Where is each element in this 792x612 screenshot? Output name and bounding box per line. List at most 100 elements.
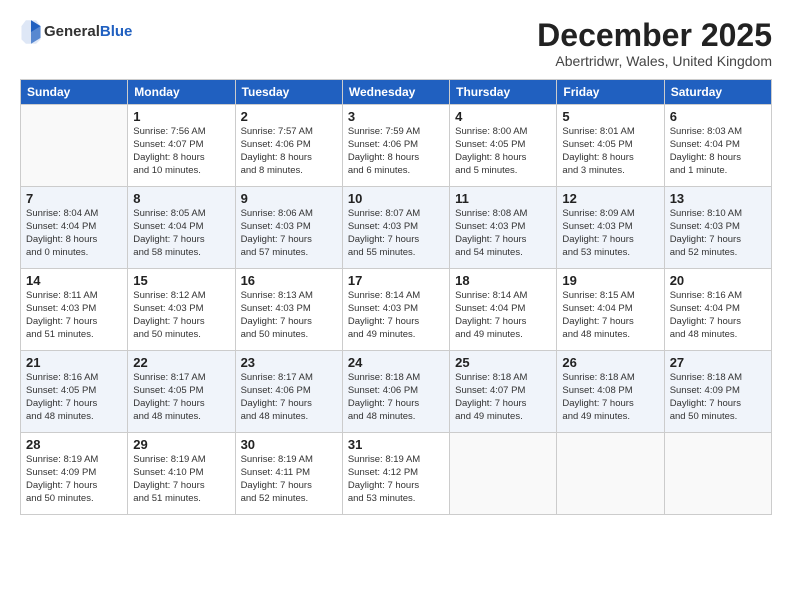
page: GeneralBlue December 2025 Abertridwr, Wa… [0,0,792,612]
day-number: 9 [241,191,337,206]
day-info: Sunrise: 8:18 AM Sunset: 4:08 PM Dayligh… [562,372,658,423]
day-number: 3 [348,109,444,124]
table-row: 20Sunrise: 8:16 AM Sunset: 4:04 PM Dayli… [664,269,771,351]
logo-general: General [44,23,100,40]
day-number: 11 [455,191,551,206]
day-number: 18 [455,273,551,288]
table-row: 22 Sunrise: 8:17 AM Sunset: 4:05 PM Dayli… [128,351,235,433]
day-info: Sunrise: 8:17 AM Sunset: 4:06 PM Dayligh… [241,372,337,423]
day-number: 22 [133,355,229,370]
calendar-week-row: 14 Sunrise: 8:11 AM Sunset: 4:03 PM Dayli… [21,269,772,351]
calendar: Sunday Monday Tuesday Wednesday Thursday… [20,79,772,515]
day-info: Sunrise: 8:12 AM Sunset: 4:03 PM Dayligh… [133,290,229,341]
table-row: 25 Sunrise: 8:18 AM Sunset: 4:07 PM Dayli… [450,351,557,433]
table-row: 4Sunrise: 8:00 AM Sunset: 4:05 PM Daylig… [450,105,557,187]
table-row: 19Sunrise: 8:15 AM Sunset: 4:04 PM Dayli… [557,269,664,351]
day-number: 5 [562,109,658,124]
table-row: 27 Sunrise: 8:18 AM Sunset: 4:09 PM Dayli… [664,351,771,433]
table-row: 13 Sunrise: 8:10 AM Sunset: 4:03 PM Dayli… [664,187,771,269]
day-number: 8 [133,191,229,206]
table-row: 29 Sunrise: 8:19 AM Sunset: 4:10 PM Dayli… [128,433,235,515]
day-info: Sunrise: 8:06 AM Sunset: 4:03 PM Dayligh… [241,208,337,259]
table-row: 16Sunrise: 8:13 AM Sunset: 4:03 PM Dayli… [235,269,342,351]
table-row: 30Sunrise: 8:19 AM Sunset: 4:11 PM Dayli… [235,433,342,515]
table-row: 18Sunrise: 8:14 AM Sunset: 4:04 PM Dayli… [450,269,557,351]
day-number: 20 [670,273,766,288]
day-info: Sunrise: 8:08 AM Sunset: 4:03 PM Dayligh… [455,208,551,259]
day-info: Sunrise: 8:00 AM Sunset: 4:05 PM Dayligh… [455,126,551,177]
day-number: 13 [670,191,766,206]
table-row [450,433,557,515]
table-row: 2Sunrise: 7:57 AM Sunset: 4:06 PM Daylig… [235,105,342,187]
table-row [664,433,771,515]
day-number: 17 [348,273,444,288]
col-sunday: Sunday [21,80,128,105]
day-number: 16 [241,273,337,288]
col-saturday: Saturday [664,80,771,105]
col-tuesday: Tuesday [235,80,342,105]
day-info: Sunrise: 8:19 AM Sunset: 4:09 PM Dayligh… [26,454,122,505]
day-info: Sunrise: 8:07 AM Sunset: 4:03 PM Dayligh… [348,208,444,259]
day-number: 25 [455,355,551,370]
day-info: Sunrise: 8:18 AM Sunset: 4:06 PM Dayligh… [348,372,444,423]
day-info: Sunrise: 8:17 AM Sunset: 4:05 PM Dayligh… [133,372,229,423]
day-number: 21 [26,355,122,370]
calendar-week-row: 7Sunrise: 8:04 AM Sunset: 4:04 PM Daylig… [21,187,772,269]
day-info: Sunrise: 8:18 AM Sunset: 4:09 PM Dayligh… [670,372,766,423]
day-info: Sunrise: 8:03 AM Sunset: 4:04 PM Dayligh… [670,126,766,177]
day-info: Sunrise: 8:15 AM Sunset: 4:04 PM Dayligh… [562,290,658,341]
day-info: Sunrise: 8:14 AM Sunset: 4:03 PM Dayligh… [348,290,444,341]
table-row [557,433,664,515]
table-row: 24 Sunrise: 8:18 AM Sunset: 4:06 PM Dayli… [342,351,449,433]
col-monday: Monday [128,80,235,105]
day-number: 28 [26,437,122,452]
day-info: Sunrise: 8:01 AM Sunset: 4:05 PM Dayligh… [562,126,658,177]
day-number: 29 [133,437,229,452]
table-row: 3Sunrise: 7:59 AM Sunset: 4:06 PM Daylig… [342,105,449,187]
table-row: 21 Sunrise: 8:16 AM Sunset: 4:05 PM Dayli… [21,351,128,433]
header: GeneralBlue December 2025 Abertridwr, Wa… [20,18,772,69]
table-row: 28 Sunrise: 8:19 AM Sunset: 4:09 PM Dayli… [21,433,128,515]
day-number: 30 [241,437,337,452]
table-row: 5 Sunrise: 8:01 AM Sunset: 4:05 PM Daylig… [557,105,664,187]
table-row: 17 Sunrise: 8:14 AM Sunset: 4:03 PM Dayli… [342,269,449,351]
day-number: 15 [133,273,229,288]
logo-text: GeneralBlue [44,23,132,41]
table-row: 9 Sunrise: 8:06 AM Sunset: 4:03 PM Daylig… [235,187,342,269]
col-wednesday: Wednesday [342,80,449,105]
day-number: 14 [26,273,122,288]
table-row: 15 Sunrise: 8:12 AM Sunset: 4:03 PM Dayli… [128,269,235,351]
table-row: 8 Sunrise: 8:05 AM Sunset: 4:04 PM Daylig… [128,187,235,269]
table-row: 1Sunrise: 7:56 AM Sunset: 4:07 PM Daylig… [128,105,235,187]
table-row: 26Sunrise: 8:18 AM Sunset: 4:08 PM Dayli… [557,351,664,433]
day-info: Sunrise: 8:19 AM Sunset: 4:12 PM Dayligh… [348,454,444,505]
day-info: Sunrise: 8:05 AM Sunset: 4:04 PM Dayligh… [133,208,229,259]
logo-icon [20,18,42,46]
day-number: 24 [348,355,444,370]
calendar-week-row: 21 Sunrise: 8:16 AM Sunset: 4:05 PM Dayli… [21,351,772,433]
logo-blue: Blue [100,23,133,40]
table-row: 12Sunrise: 8:09 AM Sunset: 4:03 PM Dayli… [557,187,664,269]
table-row: 23 Sunrise: 8:17 AM Sunset: 4:06 PM Dayli… [235,351,342,433]
day-info: Sunrise: 7:56 AM Sunset: 4:07 PM Dayligh… [133,126,229,177]
logo: GeneralBlue [20,18,132,46]
day-info: Sunrise: 8:18 AM Sunset: 4:07 PM Dayligh… [455,372,551,423]
day-info: Sunrise: 7:57 AM Sunset: 4:06 PM Dayligh… [241,126,337,177]
day-number: 10 [348,191,444,206]
col-friday: Friday [557,80,664,105]
day-info: Sunrise: 8:09 AM Sunset: 4:03 PM Dayligh… [562,208,658,259]
day-number: 6 [670,109,766,124]
calendar-header-row: Sunday Monday Tuesday Wednesday Thursday… [21,80,772,105]
day-info: Sunrise: 8:19 AM Sunset: 4:10 PM Dayligh… [133,454,229,505]
day-info: Sunrise: 8:16 AM Sunset: 4:05 PM Dayligh… [26,372,122,423]
location: Abertridwr, Wales, United Kingdom [537,53,772,69]
month-title: December 2025 [537,18,772,53]
table-row: 11 Sunrise: 8:08 AM Sunset: 4:03 PM Dayli… [450,187,557,269]
table-row: 10 Sunrise: 8:07 AM Sunset: 4:03 PM Dayli… [342,187,449,269]
day-info: Sunrise: 8:04 AM Sunset: 4:04 PM Dayligh… [26,208,122,259]
day-number: 27 [670,355,766,370]
day-number: 23 [241,355,337,370]
table-row: 31Sunrise: 8:19 AM Sunset: 4:12 PM Dayli… [342,433,449,515]
day-info: Sunrise: 8:11 AM Sunset: 4:03 PM Dayligh… [26,290,122,341]
day-info: Sunrise: 8:10 AM Sunset: 4:03 PM Dayligh… [670,208,766,259]
